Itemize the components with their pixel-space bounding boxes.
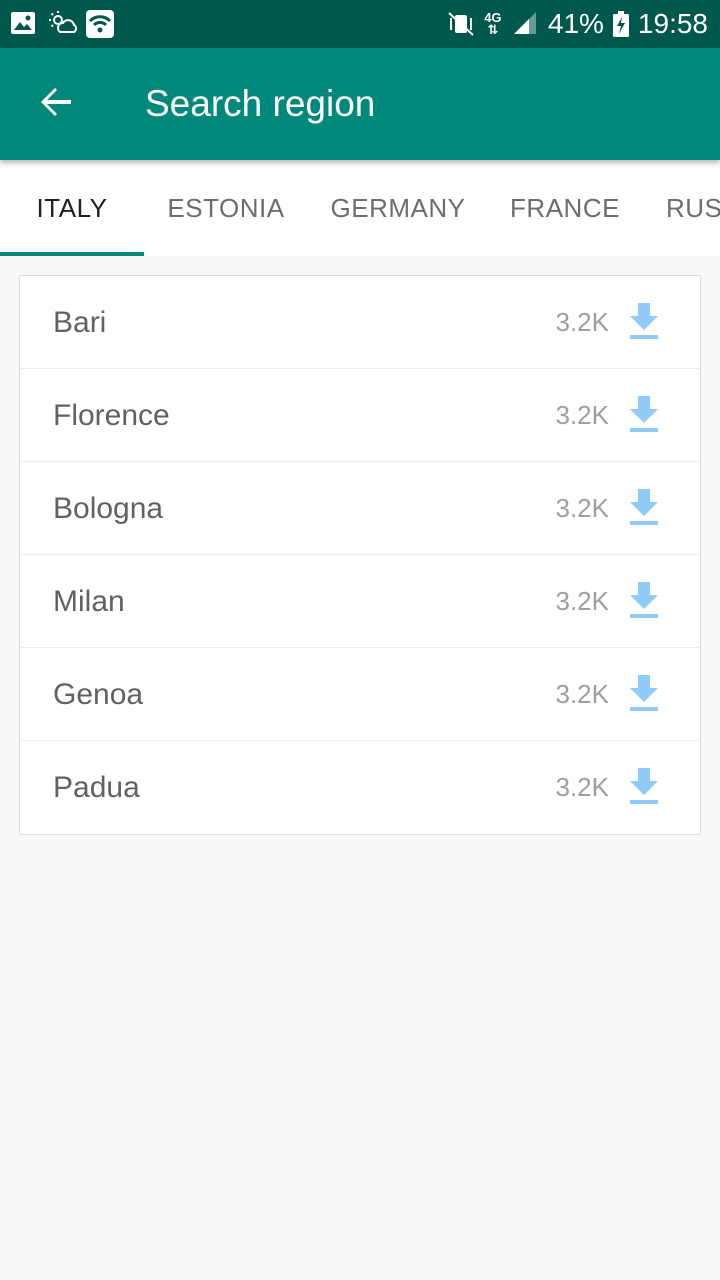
- status-right-icons: 4G ⇅ 41% 19:58: [446, 6, 708, 42]
- region-size: 3.2K: [555, 679, 610, 709]
- list-item[interactable]: Florence 3.2K: [20, 369, 700, 462]
- image-icon: [10, 10, 38, 38]
- list-item[interactable]: Genoa 3.2K: [20, 648, 700, 741]
- download-icon[interactable]: [626, 675, 662, 713]
- region-name: Padua: [53, 771, 140, 804]
- download-icon[interactable]: [626, 303, 662, 341]
- tab-russia[interactable]: RUS: [642, 160, 720, 256]
- tab-italy[interactable]: ITALY: [0, 160, 144, 256]
- back-button[interactable]: [24, 72, 88, 136]
- download-icon[interactable]: [626, 396, 662, 434]
- tab-estonia[interactable]: ESTONIA: [144, 160, 308, 256]
- region-name: Bologna: [53, 492, 164, 525]
- active-tab-indicator: [0, 252, 144, 256]
- app-bar: Search region: [0, 48, 720, 160]
- region-list: Bari 3.2K Florence 3.2K Bologna 3.2K Mil…: [19, 275, 701, 835]
- status-bar: 4G ⇅ 41% 19:58: [0, 0, 720, 48]
- region-size: 3.2K: [555, 400, 610, 430]
- list-item[interactable]: Bari 3.2K: [20, 276, 700, 369]
- weather-icon: [48, 10, 78, 38]
- network-type-label: 4G ⇅: [484, 10, 502, 37]
- battery-percent: 41%: [547, 8, 604, 39]
- region-size: 3.2K: [555, 772, 610, 802]
- region-size: 3.2K: [555, 586, 610, 616]
- download-icon[interactable]: [626, 489, 662, 527]
- list-item[interactable]: Bologna 3.2K: [20, 462, 700, 555]
- status-left-icons: [10, 10, 114, 38]
- region-size: 3.2K: [555, 493, 610, 523]
- list-item[interactable]: Padua 3.2K: [20, 741, 700, 834]
- tab-germany[interactable]: GERMANY: [308, 160, 488, 256]
- country-tab-bar: ITALY ESTONIA GERMANY FRANCE RUS: [0, 160, 720, 256]
- signal-icon: [512, 10, 540, 38]
- download-icon[interactable]: [626, 582, 662, 620]
- battery-charging-icon: [612, 10, 630, 38]
- region-name: Florence: [53, 399, 170, 432]
- region-name: Milan: [53, 585, 125, 618]
- list-item[interactable]: Milan 3.2K: [20, 555, 700, 648]
- vibrate-mute-icon: [446, 10, 474, 38]
- download-icon[interactable]: [626, 768, 662, 806]
- wifi-icon: [86, 10, 114, 38]
- region-size: 3.2K: [555, 307, 610, 337]
- region-name: Genoa: [53, 678, 144, 711]
- clock: 19:58: [637, 8, 708, 39]
- page-title: Search region: [145, 83, 376, 124]
- tab-france[interactable]: FRANCE: [488, 160, 642, 256]
- arrow-back-icon: [38, 84, 74, 125]
- region-name: Bari: [53, 306, 107, 339]
